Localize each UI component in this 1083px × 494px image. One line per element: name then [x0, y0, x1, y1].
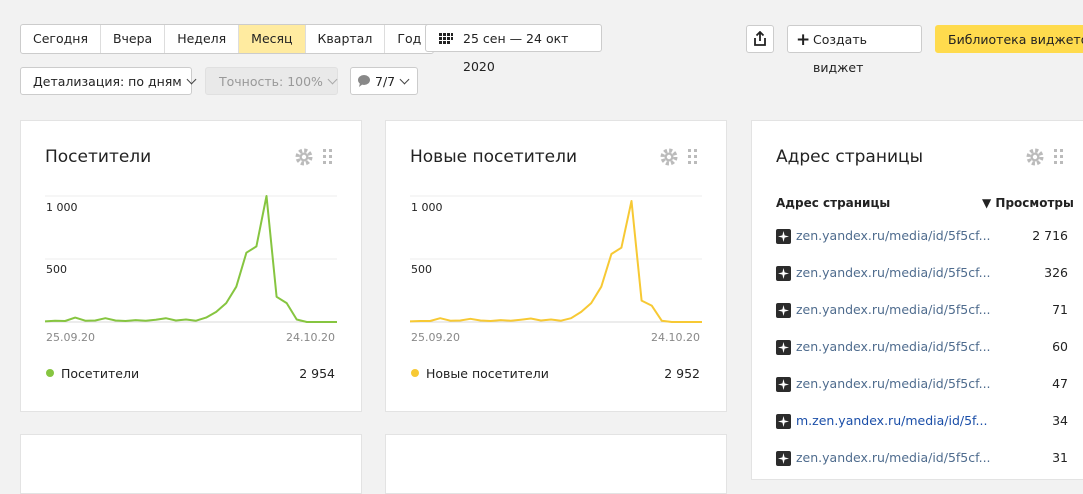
widget-library-button[interactable]: Библиотека виджетов	[935, 25, 1083, 53]
date-range-button[interactable]: 25 сен — 24 окт 2020	[425, 24, 602, 74]
page-views: 326	[1044, 265, 1068, 280]
page-views: 71	[1052, 302, 1068, 317]
table-row[interactable]: zen.yandex.ru/media/id/5f5cf... 326	[776, 264, 1068, 284]
widget-title: Посетители	[45, 147, 152, 167]
zen-icon	[776, 414, 791, 429]
x-start-label: 25.09.20	[46, 331, 95, 344]
page-views: 60	[1052, 339, 1068, 354]
segments-label: 7/7	[375, 74, 396, 89]
page-url-link[interactable]: zen.yandex.ru/media/id/5f5cf...	[796, 376, 991, 391]
legend-item: Новые посетители	[411, 366, 549, 381]
series-total: 2 954	[299, 366, 335, 381]
series-line[interactable]	[410, 200, 702, 323]
page-views: 47	[1052, 376, 1068, 391]
widget-placeholder	[385, 434, 727, 494]
detail-label: Детализация: по дням	[33, 74, 182, 89]
drag-handle-icon[interactable]	[323, 149, 333, 165]
x-start-label: 25.09.20	[411, 331, 460, 344]
table-row[interactable]: m.zen.yandex.ru/media/id/5f... 34	[776, 412, 1068, 432]
page-url-link[interactable]: zen.yandex.ru/media/id/5f5cf...	[796, 450, 991, 465]
comment-icon	[358, 75, 370, 87]
zen-icon	[776, 377, 791, 392]
page-views: 34	[1052, 413, 1068, 428]
legend-label: Новые посетители	[426, 366, 549, 381]
create-widget-label: Создать виджет	[813, 32, 867, 75]
create-widget-button[interactable]: + Создать виджет	[787, 25, 922, 75]
calendar-icon	[439, 33, 453, 44]
legend-label: Посетители	[61, 366, 140, 381]
period-selector: Сегодня Вчера Неделя Месяц Квартал Год	[20, 24, 435, 54]
series-dot	[411, 369, 419, 377]
x-end-label: 24.10.20	[651, 331, 700, 344]
page-views: 31	[1052, 450, 1068, 465]
gear-icon[interactable]	[1025, 147, 1045, 167]
visitors-chart	[45, 195, 337, 323]
share-icon	[754, 31, 766, 46]
table-row[interactable]: zen.yandex.ru/media/id/5f5cf... 2 716	[776, 227, 1068, 247]
series-dot	[46, 369, 54, 377]
table-row[interactable]: zen.yandex.ru/media/id/5f5cf... 60	[776, 338, 1068, 358]
share-button[interactable]	[746, 25, 774, 53]
page-views: 2 716	[1032, 228, 1068, 243]
period-week[interactable]: Неделя	[165, 25, 240, 53]
widget-title: Адрес страницы	[776, 147, 923, 167]
page-url-link[interactable]: zen.yandex.ru/media/id/5f5cf...	[796, 228, 991, 243]
period-yesterday[interactable]: Вчера	[101, 25, 166, 53]
zen-icon	[776, 340, 791, 355]
chevron-down-icon	[186, 74, 197, 85]
page-url-link[interactable]: zen.yandex.ru/media/id/5f5cf...	[796, 265, 991, 280]
legend-item: Посетители	[46, 366, 139, 381]
table-row[interactable]: zen.yandex.ru/media/id/5f5cf... 31	[776, 449, 1068, 469]
column-header-views[interactable]: ▼ Просмотры	[982, 196, 1074, 210]
page-url-link[interactable]: zen.yandex.ru/media/id/5f5cf...	[796, 302, 991, 317]
zen-icon	[776, 266, 791, 281]
zen-icon	[776, 229, 791, 244]
new-visitors-chart	[410, 195, 702, 323]
page-url-link[interactable]: zen.yandex.ru/media/id/5f5cf...	[796, 339, 991, 354]
detail-dropdown[interactable]: Детализация: по дням	[20, 67, 197, 95]
date-range-label: 25 сен — 24 окт 2020	[463, 31, 569, 74]
column-header-url: Адрес страницы	[776, 196, 891, 210]
period-month[interactable]: Месяц	[239, 25, 306, 53]
widget-new-visitors: Новые посетители 1 000 500 25.09.20 24.1…	[385, 120, 727, 412]
zen-icon	[776, 303, 791, 318]
drag-handle-icon[interactable]	[688, 149, 698, 165]
gear-icon[interactable]	[659, 147, 679, 167]
chevron-down-icon	[327, 74, 338, 85]
period-today[interactable]: Сегодня	[21, 25, 101, 53]
widget-page-address: Адрес страницы Адрес страницы ▼ Просмотр…	[751, 120, 1083, 480]
widget-visitors: Посетители 1 000 500 25.09.20 24.10.20 П…	[20, 120, 362, 412]
plus-icon: +	[796, 30, 811, 50]
widget-title: Новые посетители	[410, 147, 578, 167]
widget-placeholder	[20, 434, 362, 494]
x-end-label: 24.10.20	[286, 331, 335, 344]
period-quarter[interactable]: Квартал	[306, 25, 386, 53]
series-total: 2 952	[664, 366, 700, 381]
accuracy-label: Точность: 100%	[219, 74, 323, 89]
table-row[interactable]: zen.yandex.ru/media/id/5f5cf... 71	[776, 301, 1068, 321]
accuracy-dropdown: Точность: 100%	[205, 67, 338, 95]
gear-icon[interactable]	[294, 147, 314, 167]
page-url-link[interactable]: m.zen.yandex.ru/media/id/5f...	[796, 413, 987, 428]
table-row[interactable]: zen.yandex.ru/media/id/5f5cf... 47	[776, 375, 1068, 395]
drag-handle-icon[interactable]	[1054, 149, 1064, 165]
segments-dropdown[interactable]: 7/7	[350, 67, 418, 95]
chevron-down-icon	[399, 74, 410, 85]
